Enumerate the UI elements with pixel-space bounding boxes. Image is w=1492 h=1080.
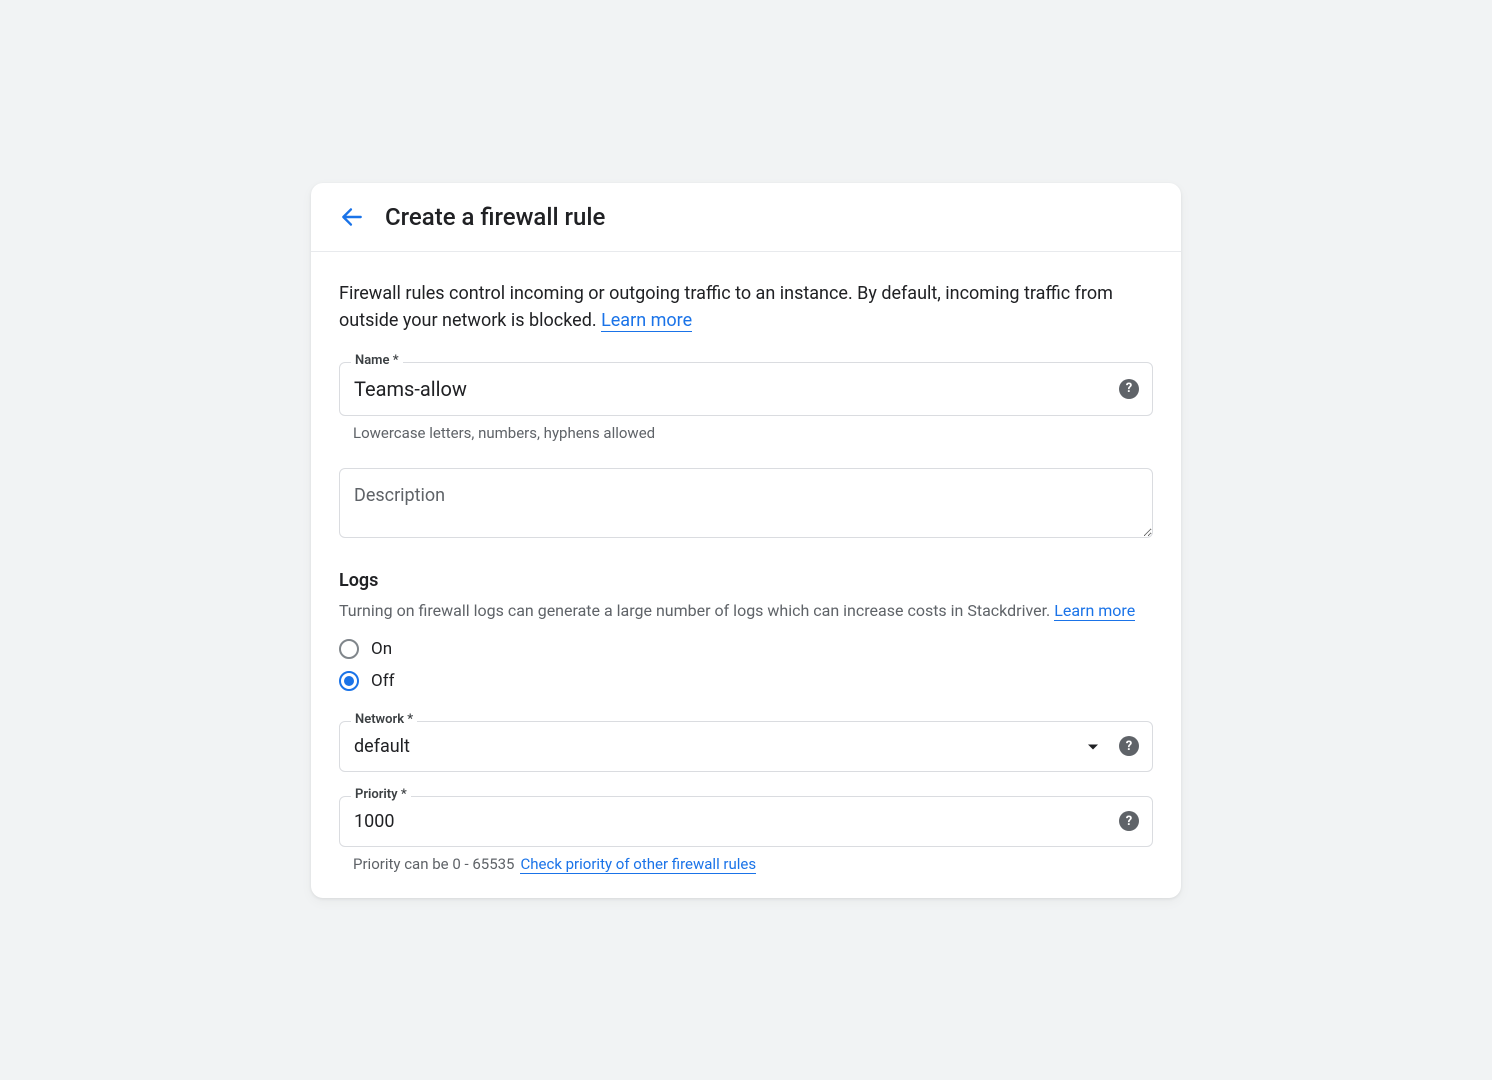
priority-check-link[interactable]: Check priority of other firewall rules [520, 855, 756, 874]
logs-radio-group: On Off [339, 633, 1153, 697]
network-value: default [354, 736, 410, 757]
intro-text: Firewall rules control incoming or outgo… [339, 280, 1153, 334]
radio-label-off: Off [371, 671, 395, 691]
radio-icon-selected [339, 671, 359, 691]
logs-title: Logs [339, 570, 1153, 591]
page-title: Create a firewall rule [385, 203, 605, 231]
back-arrow-icon[interactable] [339, 204, 365, 230]
logs-radio-on[interactable]: On [339, 633, 1153, 665]
logs-description: Turning on firewall logs can generate a … [339, 599, 1153, 623]
radio-icon [339, 639, 359, 659]
priority-field: Priority * ? [339, 796, 1153, 847]
name-input[interactable] [339, 362, 1153, 416]
firewall-form-card: Create a firewall rule Firewall rules co… [311, 183, 1181, 898]
help-icon[interactable]: ? [1119, 811, 1139, 831]
name-helper: Lowercase letters, numbers, hyphens allo… [353, 424, 1153, 442]
radio-label-on: On [371, 639, 392, 659]
network-label: Network * [351, 712, 417, 727]
form-content: Firewall rules control incoming or outgo… [311, 252, 1181, 898]
logs-desc-text: Turning on firewall logs can generate a … [339, 601, 1054, 620]
intro-text-body: Firewall rules control incoming or outgo… [339, 283, 1113, 331]
header: Create a firewall rule [311, 183, 1181, 252]
priority-label: Priority * [351, 787, 411, 802]
intro-learn-more-link[interactable]: Learn more [601, 310, 692, 332]
help-icon[interactable]: ? [1119, 736, 1139, 756]
logs-radio-off[interactable]: Off [339, 665, 1153, 697]
name-label: Name * [351, 353, 403, 368]
network-field: Network * default ? [339, 721, 1153, 772]
priority-helper-text: Priority can be 0 - 65535 [353, 855, 514, 873]
priority-helper: Priority can be 0 - 65535 Check priority… [353, 855, 1153, 874]
name-field: Name * ? [339, 362, 1153, 416]
description-input[interactable] [339, 468, 1153, 538]
help-icon[interactable]: ? [1119, 379, 1139, 399]
logs-learn-more-link[interactable]: Learn more [1054, 601, 1135, 621]
priority-input[interactable] [339, 796, 1153, 847]
network-select[interactable]: default [339, 721, 1153, 772]
